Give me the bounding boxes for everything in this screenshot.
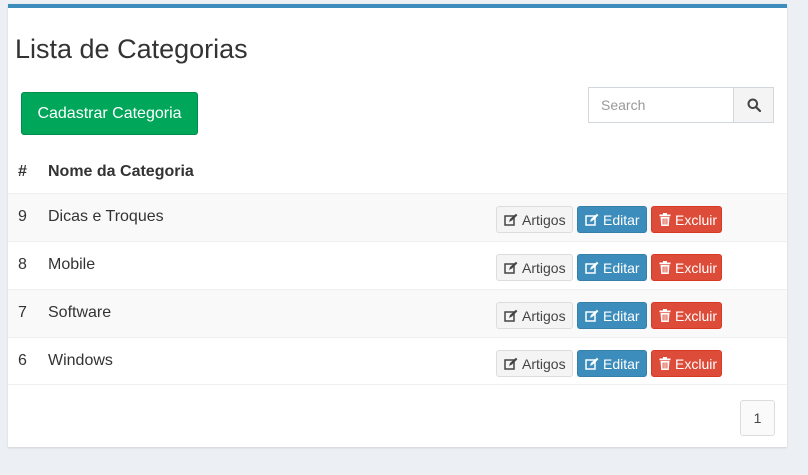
edit-label: Editar xyxy=(603,307,640,324)
articles-button[interactable]: Artigos xyxy=(496,302,573,329)
articles-label: Artigos xyxy=(522,355,566,372)
trash-icon xyxy=(659,213,671,226)
edit-icon xyxy=(504,357,518,371)
table-row: 6 Windows Artigos Editar Excluir xyxy=(8,337,787,385)
edit-icon xyxy=(585,357,599,371)
articles-button[interactable]: Artigos xyxy=(496,254,573,281)
delete-label: Excluir xyxy=(675,259,718,276)
add-category-button[interactable]: Cadastrar Categoria xyxy=(21,92,198,135)
table-row: 9 Dicas e Troques Artigos Editar Excluir xyxy=(8,193,787,241)
trash-icon xyxy=(659,261,671,274)
edit-label: Editar xyxy=(603,211,640,228)
edit-icon xyxy=(504,261,518,275)
row-name: Windows xyxy=(48,352,113,369)
delete-button[interactable]: Excluir xyxy=(651,302,722,329)
row-id: 9 xyxy=(18,208,27,225)
delete-button[interactable]: Excluir xyxy=(651,350,722,377)
table-row: 8 Mobile Artigos Editar Excluir xyxy=(8,241,787,289)
delete-label: Excluir xyxy=(675,355,718,372)
table-row: 7 Software Artigos Editar Excluir xyxy=(8,289,787,337)
edit-icon xyxy=(585,309,599,323)
search-button[interactable] xyxy=(733,87,774,123)
trash-icon xyxy=(659,357,671,370)
articles-button[interactable]: Artigos xyxy=(496,350,573,377)
delete-button[interactable]: Excluir xyxy=(651,254,722,281)
edit-button[interactable]: Editar xyxy=(577,254,647,281)
row-id: 7 xyxy=(18,304,27,321)
edit-icon xyxy=(585,213,599,227)
edit-button[interactable]: Editar xyxy=(577,350,647,377)
search-group xyxy=(588,87,774,123)
edit-label: Editar xyxy=(603,259,640,276)
search-icon xyxy=(747,98,761,112)
delete-label: Excluir xyxy=(675,307,718,324)
articles-label: Artigos xyxy=(522,259,566,276)
edit-icon xyxy=(504,213,518,227)
row-name: Software xyxy=(48,304,112,321)
column-header-id: # xyxy=(18,163,27,180)
row-name: Dicas e Troques xyxy=(48,208,164,225)
edit-icon xyxy=(504,309,518,323)
edit-label: Editar xyxy=(603,355,640,372)
page-title: Lista de Categorias xyxy=(15,34,248,64)
trash-icon xyxy=(659,309,671,322)
categories-box: Lista de Categorias Cadastrar Categoria … xyxy=(8,4,787,447)
search-input[interactable] xyxy=(588,87,733,123)
table-header: # Nome da Categoria xyxy=(8,153,787,193)
articles-button[interactable]: Artigos xyxy=(496,206,573,233)
row-id: 6 xyxy=(18,352,27,369)
edit-icon xyxy=(585,261,599,275)
row-id: 8 xyxy=(18,256,27,273)
delete-label: Excluir xyxy=(675,211,718,228)
pagination-page-1[interactable]: 1 xyxy=(740,400,775,436)
delete-button[interactable]: Excluir xyxy=(651,206,722,233)
column-header-name: Nome da Categoria xyxy=(48,163,194,180)
articles-label: Artigos xyxy=(522,211,566,228)
edit-button[interactable]: Editar xyxy=(577,302,647,329)
edit-button[interactable]: Editar xyxy=(577,206,647,233)
articles-label: Artigos xyxy=(522,307,566,324)
row-name: Mobile xyxy=(48,256,96,273)
